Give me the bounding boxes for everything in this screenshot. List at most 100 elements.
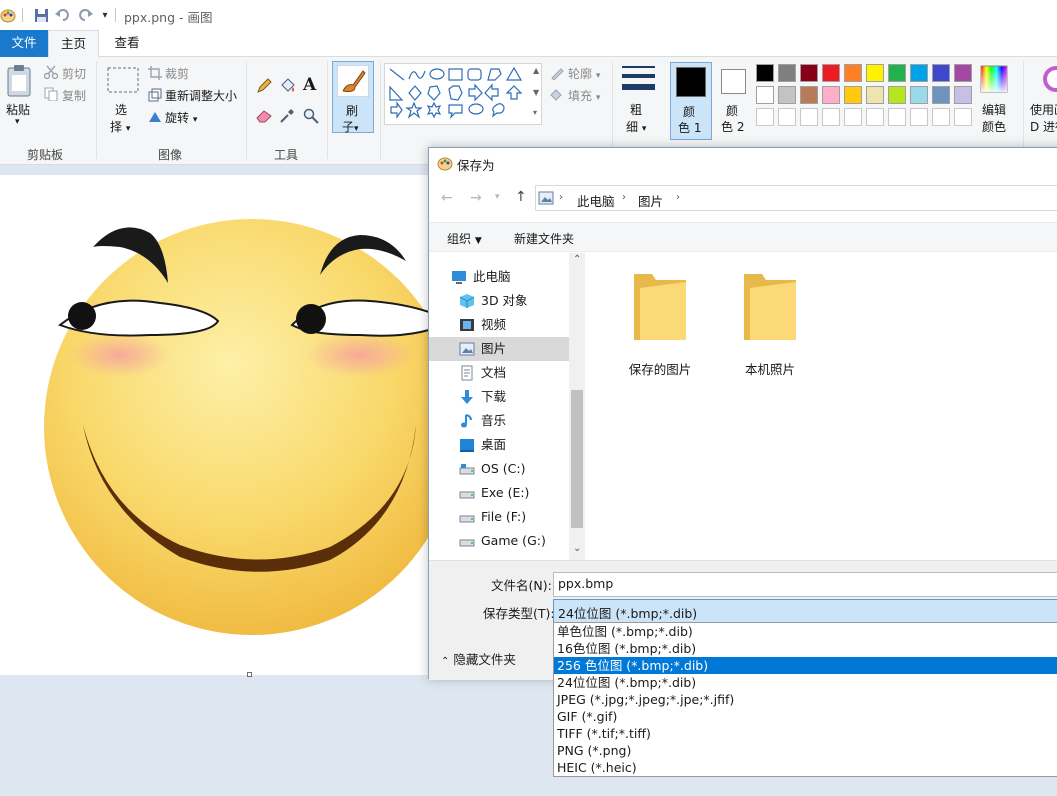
nav-item[interactable]: 音乐 xyxy=(429,409,569,433)
select-dropdown[interactable]: 择 ▾ xyxy=(110,118,130,135)
fill-button[interactable]: 填充 ▾ xyxy=(568,87,600,104)
scroll-down-icon[interactable]: ▼ xyxy=(533,88,539,97)
filetype-option[interactable]: HEIC (*.heic) xyxy=(554,759,1057,776)
hide-folders-toggle[interactable]: ⌃ 隐藏文件夹 xyxy=(441,649,516,668)
palette-color-swatch[interactable] xyxy=(866,86,884,104)
palette-custom-slot[interactable] xyxy=(778,108,796,126)
scroll-up-icon[interactable]: ▲ xyxy=(533,66,539,75)
palette-color-swatch[interactable] xyxy=(888,86,906,104)
crop-button[interactable]: 裁剪 xyxy=(165,65,189,82)
select-button[interactable]: 选 xyxy=(115,101,127,118)
scroll-up-arrow-icon[interactable]: ⌃ xyxy=(573,254,581,265)
breadcrumb-this-pc[interactable]: 此电脑 xyxy=(577,191,615,210)
palette-color-swatch[interactable] xyxy=(910,64,928,82)
palette-custom-slot[interactable] xyxy=(932,108,950,126)
customize-toolbar-icon[interactable]: ▾ xyxy=(97,7,113,23)
scrollbar-thumb[interactable] xyxy=(571,390,583,528)
nav-item[interactable]: 此电脑 xyxy=(429,265,569,289)
palette-color-swatch[interactable] xyxy=(954,64,972,82)
undo-icon[interactable] xyxy=(55,7,71,23)
paste-dropdown-icon[interactable]: ▾ xyxy=(15,117,20,127)
paint3d-button[interactable]: 使用画 xyxy=(1030,101,1057,118)
paint3d-icon[interactable] xyxy=(1042,65,1057,96)
fill-bucket-icon[interactable] xyxy=(279,77,296,97)
nav-item[interactable]: 下载 xyxy=(429,385,569,409)
paint-app-icon[interactable] xyxy=(0,7,16,23)
color2-button[interactable]: 颜 色 2 xyxy=(714,62,754,140)
nav-item[interactable]: Game (G:) xyxy=(429,529,569,553)
paste-button[interactable]: 粘贴 xyxy=(6,101,30,118)
color-picker-icon[interactable] xyxy=(279,108,295,127)
tab-file[interactable]: 文件 xyxy=(0,30,48,57)
palette-color-swatch[interactable] xyxy=(800,86,818,104)
up-arrow-icon[interactable]: ↑ xyxy=(515,189,527,205)
color1-button[interactable]: 颜 色 1 xyxy=(670,62,712,140)
tab-view[interactable]: 查看 xyxy=(101,30,153,57)
palette-color-swatch[interactable] xyxy=(844,86,862,104)
nav-item[interactable]: 文档 xyxy=(429,361,569,385)
filetype-option[interactable]: 单色位图 (*.bmp;*.dib) xyxy=(554,623,1057,640)
select-icon[interactable] xyxy=(107,67,139,96)
filetype-option[interactable]: 16色位图 (*.bmp;*.dib) xyxy=(554,640,1057,657)
scroll-down-arrow-icon[interactable]: ⌄ xyxy=(573,543,581,554)
pencil-icon[interactable] xyxy=(256,78,272,97)
palette-color-swatch[interactable] xyxy=(822,64,840,82)
recent-locations-icon[interactable]: ▾ xyxy=(495,192,500,202)
nav-item[interactable]: 桌面 xyxy=(429,433,569,457)
new-folder-button[interactable]: 新建文件夹 xyxy=(514,230,574,247)
brushes-button[interactable]: 刷 子▾ xyxy=(332,61,374,134)
filetype-option[interactable]: GIF (*.gif) xyxy=(554,708,1057,725)
palette-custom-slot[interactable] xyxy=(844,108,862,126)
nav-item[interactable]: OS (C:) xyxy=(429,457,569,481)
palette-color-swatch[interactable] xyxy=(778,86,796,104)
palette-color-swatch[interactable] xyxy=(888,64,906,82)
filetype-option[interactable]: TIFF (*.tif;*.tiff) xyxy=(554,725,1057,742)
palette-custom-slot[interactable] xyxy=(822,108,840,126)
nav-item[interactable]: 图片 xyxy=(429,337,569,361)
edit-colors-icon[interactable] xyxy=(980,65,1008,96)
palette-custom-slot[interactable] xyxy=(756,108,774,126)
palette-custom-slot[interactable] xyxy=(866,108,884,126)
cut-button[interactable]: 剪切 xyxy=(62,65,86,82)
line-width-icon[interactable] xyxy=(622,65,655,98)
redo-icon[interactable] xyxy=(77,7,93,23)
filetype-option[interactable]: JPEG (*.jpg;*.jpeg;*.jpe;*.jfif) xyxy=(554,691,1057,708)
resize-button[interactable]: 重新调整大小 xyxy=(165,87,237,104)
nav-item[interactable]: 3D 对象 xyxy=(429,289,569,313)
nav-item[interactable]: Exe (E:) xyxy=(429,481,569,505)
size-dropdown[interactable]: 细 ▾ xyxy=(626,118,646,135)
palette-color-swatch[interactable] xyxy=(932,86,950,104)
palette-custom-slot[interactable] xyxy=(800,108,818,126)
filename-input[interactable]: ppx.bmp xyxy=(553,572,1057,597)
address-bar[interactable]: › 此电脑 › 图片 › xyxy=(535,185,1057,211)
palette-color-swatch[interactable] xyxy=(822,86,840,104)
paste-icon[interactable] xyxy=(6,65,32,100)
palette-color-swatch[interactable] xyxy=(932,64,950,82)
nav-scrollbar[interactable]: ⌃ ⌄ xyxy=(569,253,585,560)
palette-color-swatch[interactable] xyxy=(800,64,818,82)
palette-color-swatch[interactable] xyxy=(954,86,972,104)
resize-handle-bottom[interactable] xyxy=(247,672,252,677)
eraser-icon[interactable] xyxy=(256,109,272,126)
organize-button[interactable]: 组织 ▼ xyxy=(447,230,482,247)
shapes-gallery[interactable] xyxy=(384,63,542,125)
magnifier-icon[interactable] xyxy=(303,108,319,127)
palette-color-swatch[interactable] xyxy=(844,64,862,82)
breadcrumb-pictures[interactable]: 图片 xyxy=(638,191,663,210)
filetype-option[interactable]: PNG (*.png) xyxy=(554,742,1057,759)
drawing-canvas[interactable] xyxy=(0,175,502,677)
forward-arrow-icon[interactable]: → xyxy=(470,190,482,206)
tab-home[interactable]: 主页 xyxy=(48,30,99,58)
outline-button[interactable]: 轮廓 ▾ xyxy=(568,65,600,82)
copy-button[interactable]: 复制 xyxy=(62,87,86,104)
palette-color-swatch[interactable] xyxy=(756,86,774,104)
filetype-option[interactable]: 256 色位图 (*.bmp;*.dib) xyxy=(554,657,1057,674)
palette-color-swatch[interactable] xyxy=(866,64,884,82)
palette-custom-slot[interactable] xyxy=(910,108,928,126)
palette-custom-slot[interactable] xyxy=(954,108,972,126)
expand-gallery-icon[interactable]: ▾ xyxy=(533,108,537,117)
palette-custom-slot[interactable] xyxy=(888,108,906,126)
filetype-select[interactable]: 24位位图 (*.bmp;*.dib) xyxy=(553,599,1057,624)
save-icon[interactable] xyxy=(33,7,49,23)
palette-color-swatch[interactable] xyxy=(910,86,928,104)
